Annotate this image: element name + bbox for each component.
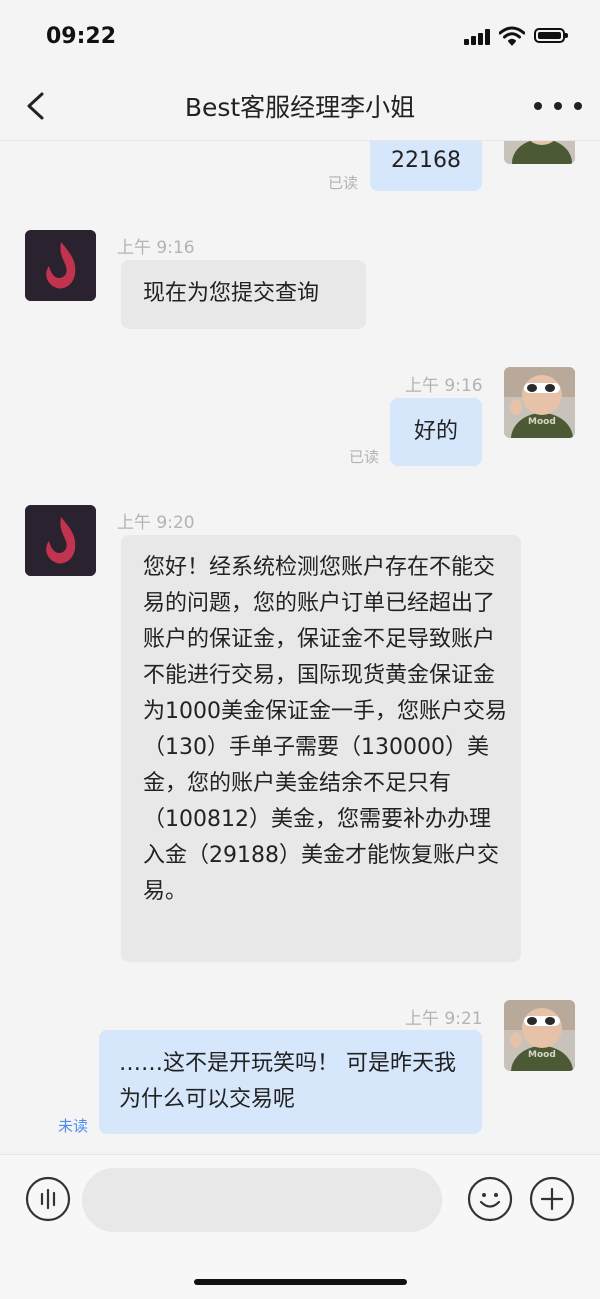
svg-text:Mood: Mood (528, 417, 556, 427)
message-timestamp: 上午 9:21 (405, 1009, 483, 1029)
message-text: 现在为您提交查询 (143, 281, 320, 306)
message-bubble-incoming[interactable]: 您好！经系统检测您账户存在不能交易的问题，您的账户订单已经超出了账户的保证金，保… (121, 535, 521, 962)
message-bubble-outgoing[interactable]: ……这不是开玩笑吗！ 可是昨天我为什么可以交易呢 (99, 1030, 482, 1134)
chat-header: Best客服经理李小姐 (0, 72, 600, 141)
plus-icon[interactable] (529, 1176, 575, 1222)
message-bubble-outgoing[interactable]: 22168 (370, 141, 482, 191)
user-avatar[interactable]: Mood (504, 367, 575, 438)
emoji-icon[interactable] (467, 1176, 513, 1222)
input-bar (0, 1154, 600, 1299)
more-icon[interactable] (534, 96, 582, 116)
read-status: 已读 (328, 174, 359, 192)
chat-title: Best客服经理李小姐 (184, 93, 416, 122)
message-timestamp: 上午 9:16 (117, 238, 195, 258)
read-status: 已读 (349, 448, 380, 466)
voice-icon[interactable] (25, 1176, 71, 1222)
unread-status: 未读 (58, 1117, 89, 1135)
message-text: 您好！经系统检测您账户存在不能交易的问题，您的账户订单已经超出了账户的保证金，保… (143, 555, 507, 904)
signal-icon (464, 29, 492, 45)
battery-icon (534, 28, 568, 43)
message-timestamp: 上午 9:16 (405, 376, 483, 396)
message-timestamp: 上午 9:20 (117, 513, 195, 533)
message-input[interactable] (82, 1168, 442, 1232)
message-bubble-outgoing[interactable]: 好的 (390, 398, 482, 466)
message-list[interactable]: 22168 已读 上午 9:16 现在为您提交查询 上午 9:16 好的 已读 … (0, 141, 600, 1154)
message-text: 22168 (391, 148, 461, 173)
user-avatar[interactable] (504, 141, 575, 164)
status-time: 09:22 (46, 24, 117, 49)
message-bubble-incoming[interactable]: 现在为您提交查询 (121, 260, 366, 329)
message-text: ……这不是开玩笑吗！ 可是昨天我为什么可以交易呢 (119, 1051, 456, 1112)
agent-avatar[interactable] (25, 230, 96, 301)
status-bar: 09:22 (0, 0, 600, 72)
svg-text:Mood: Mood (528, 1050, 556, 1060)
user-avatar[interactable]: Mood (504, 1000, 575, 1071)
wifi-icon (499, 26, 525, 46)
home-indicator (194, 1279, 407, 1285)
agent-avatar[interactable] (25, 505, 96, 576)
message-text: 好的 (413, 419, 458, 444)
